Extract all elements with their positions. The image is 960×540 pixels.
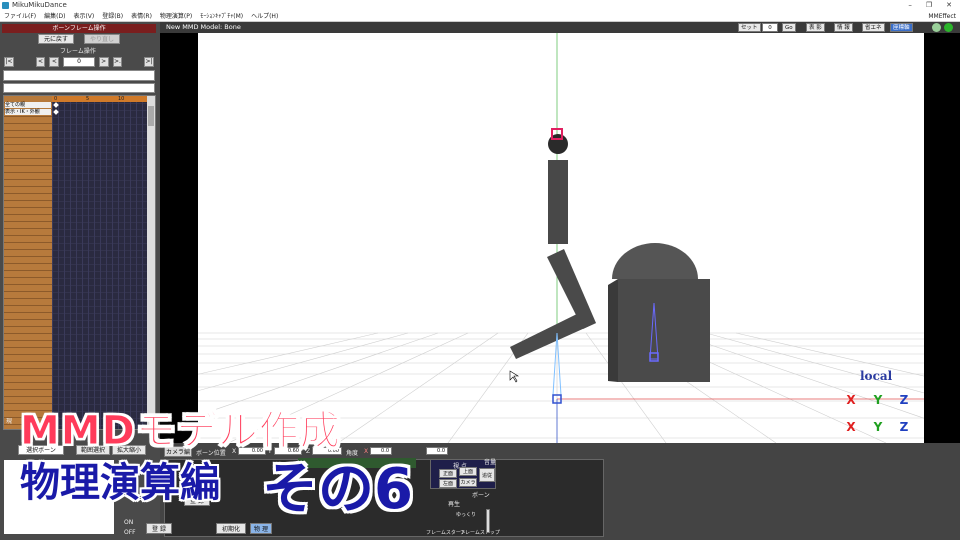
menu-file[interactable]: ファイル(F) [4, 11, 36, 22]
menu-facial[interactable]: 表情(R) [131, 11, 152, 22]
view-camera-button[interactable]: カメラ [459, 478, 477, 487]
prev-key-button[interactable]: < [35, 57, 46, 67]
dome[interactable] [612, 243, 698, 279]
x-move-icon[interactable]: X [843, 420, 859, 434]
frame-nav: |< < < 0 > >. >| [4, 56, 154, 68]
redo-button[interactable]: やり直し [84, 34, 120, 44]
first-frame-button[interactable]: |< [4, 57, 14, 67]
lower-leg[interactable] [510, 311, 596, 359]
menu-register[interactable]: 登録(B) [102, 11, 123, 22]
minimize-button[interactable]: – [908, 0, 912, 11]
frame-number-input[interactable]: 0 [63, 57, 95, 67]
timeline-grid[interactable] [52, 96, 147, 429]
z-move-icon[interactable]: Z [896, 420, 912, 434]
ruler-tick-10: 10 [118, 96, 125, 102]
close-button[interactable]: ✕ [946, 0, 952, 11]
box-side[interactable] [608, 279, 618, 382]
play-label: 再生 [448, 501, 461, 508]
timeline[interactable]: 全ての親 表示・IK・外観 0 5 10 [3, 95, 156, 430]
viewport-title: New MMD Model: Bone [166, 23, 241, 31]
model-select-field[interactable] [3, 70, 155, 81]
caption-line2: 物理演算編 [20, 460, 220, 506]
viewport-toolbar: New MMD Model: Bone セット 0 Go 表 影 情 報 省エネ… [160, 22, 960, 33]
bone-row-display[interactable]: 表示・IK・外観 [5, 109, 51, 115]
local-mode-label[interactable]: local [860, 369, 892, 383]
menu-motion-capture[interactable]: ﾓｰｼｮﾝｷｬﾌﾟﾁｬ(M) [200, 11, 243, 22]
title-bar: MikuMikuDance – ❐ ✕ [0, 0, 960, 11]
viewport-left-margin [160, 33, 198, 443]
initialize-button[interactable]: 初期化 [216, 523, 246, 534]
scroll-thumb[interactable] [148, 106, 154, 126]
menu-edit[interactable]: 編集(D) [44, 11, 65, 22]
on-radio-label[interactable]: ON [124, 519, 133, 526]
frame-op-label: フレーム操作 [60, 48, 96, 55]
menu-physics[interactable]: 物理演算(P) [160, 11, 192, 22]
timeline-scrollbar[interactable] [147, 96, 155, 429]
y-angle-input[interactable]: 0.0 [426, 447, 448, 455]
slow-checkbox-label[interactable]: ゆっくり [456, 511, 476, 518]
bone-checkbox-label[interactable]: ボーン [472, 490, 490, 499]
window-title: MikuMikuDance [12, 1, 67, 9]
frame-stop-label[interactable]: フレームストップ [460, 529, 500, 536]
scene-svg [198, 33, 924, 443]
add-icon[interactable] [944, 23, 953, 32]
box-front[interactable] [618, 279, 710, 382]
power-save-button[interactable]: 省エネ [862, 23, 885, 32]
bone-row-root[interactable]: 全ての親 [5, 102, 51, 108]
set-frame-input[interactable]: 0 [762, 23, 778, 32]
bone-select-field[interactable] [3, 83, 155, 93]
view-front-button[interactable]: 正面 [439, 469, 457, 478]
volume-slider[interactable] [486, 509, 490, 533]
menu-help[interactable]: ヘルプ(H) [251, 11, 278, 22]
info-button[interactable]: 情 報 [834, 23, 853, 32]
bone-name-list: 全ての親 表示・IK・外観 [4, 96, 52, 429]
next-key-button[interactable]: >. [112, 57, 123, 67]
menu-view[interactable]: 表示(V) [73, 11, 94, 22]
next-frame-button[interactable]: > [98, 57, 109, 67]
off-radio-label[interactable]: OFF [124, 529, 136, 536]
z-rotate-icon[interactable]: Z [896, 393, 912, 407]
app-icon [2, 2, 9, 9]
timeline-ruler: 0 5 10 [52, 96, 147, 102]
menu-mmeffect[interactable]: MMEffect [928, 11, 956, 22]
window-controls: – ❐ ✕ [908, 0, 952, 11]
volume-label: 音量 [484, 459, 497, 466]
prev-frame-button[interactable]: < [49, 57, 60, 67]
view-top-button[interactable]: 上面 [459, 467, 477, 476]
body-bar[interactable] [548, 160, 568, 244]
3d-viewport[interactable] [198, 33, 924, 443]
x-rotate-icon[interactable]: X [843, 393, 859, 407]
go-button[interactable]: Go [782, 23, 796, 32]
shadow-button[interactable]: 表 影 [806, 23, 825, 32]
ruler-tick-5: 5 [86, 96, 90, 102]
set-button[interactable]: セット [738, 23, 761, 32]
green-circle-icon[interactable] [932, 23, 941, 32]
view-follow-button[interactable]: 追従 [479, 468, 495, 482]
panel-header: ボーンフレーム操作 [2, 24, 156, 33]
y-rotate-icon[interactable]: Y [870, 393, 886, 407]
last-frame-button[interactable]: >| [144, 57, 154, 67]
viewport-right-margin [924, 33, 960, 443]
current-label: 現 [6, 418, 13, 425]
mouse-cursor-icon [509, 370, 520, 383]
menu-bar: ファイル(F) 編集(D) 表示(V) 登録(B) 表情(R) 物理演算(P) … [0, 11, 960, 22]
maximize-button[interactable]: ❐ [926, 0, 932, 11]
register-button-2[interactable]: 登 録 [146, 523, 172, 534]
caption-line3: その6 [262, 457, 413, 522]
view-left-button[interactable]: 左面 [439, 479, 457, 488]
undo-button[interactable]: 元に戻す [38, 34, 74, 44]
y-move-icon[interactable]: Y [870, 420, 886, 434]
axis-toggle-button[interactable]: 座標軸 [890, 23, 913, 32]
